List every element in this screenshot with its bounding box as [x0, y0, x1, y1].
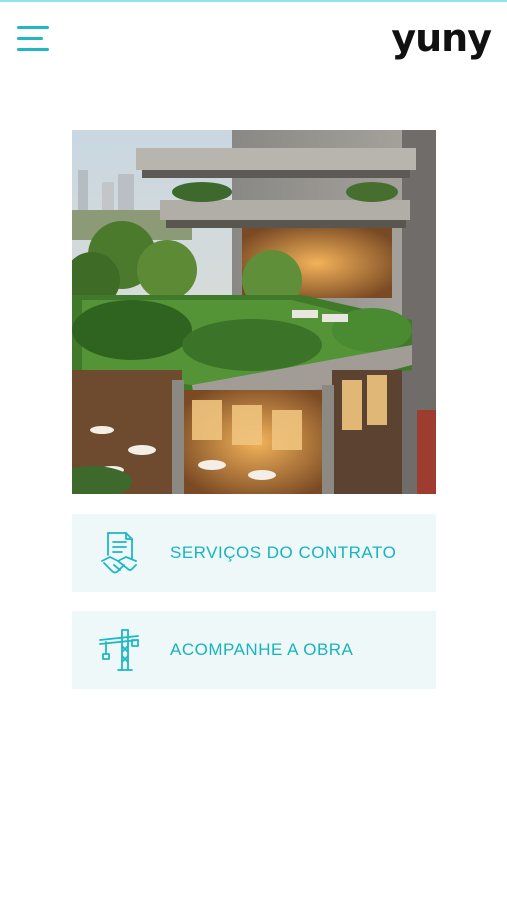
contract-services-label: SERVIÇOS DO CONTRATO — [170, 543, 397, 562]
construction-crane-icon — [98, 626, 142, 674]
follow-construction-label: ACOMPANHE A OBRA — [170, 640, 354, 659]
hamburger-menu-icon[interactable] — [17, 25, 49, 53]
brand-logo: yuny — [391, 16, 492, 60]
contract-handshake-icon — [98, 529, 142, 577]
contract-services-button[interactable]: SERVIÇOS DO CONTRATO — [72, 514, 436, 592]
hero-building-image — [72, 130, 436, 494]
follow-construction-button[interactable]: ACOMPANHE A OBRA — [72, 611, 436, 689]
top-accent-line — [0, 0, 507, 2]
